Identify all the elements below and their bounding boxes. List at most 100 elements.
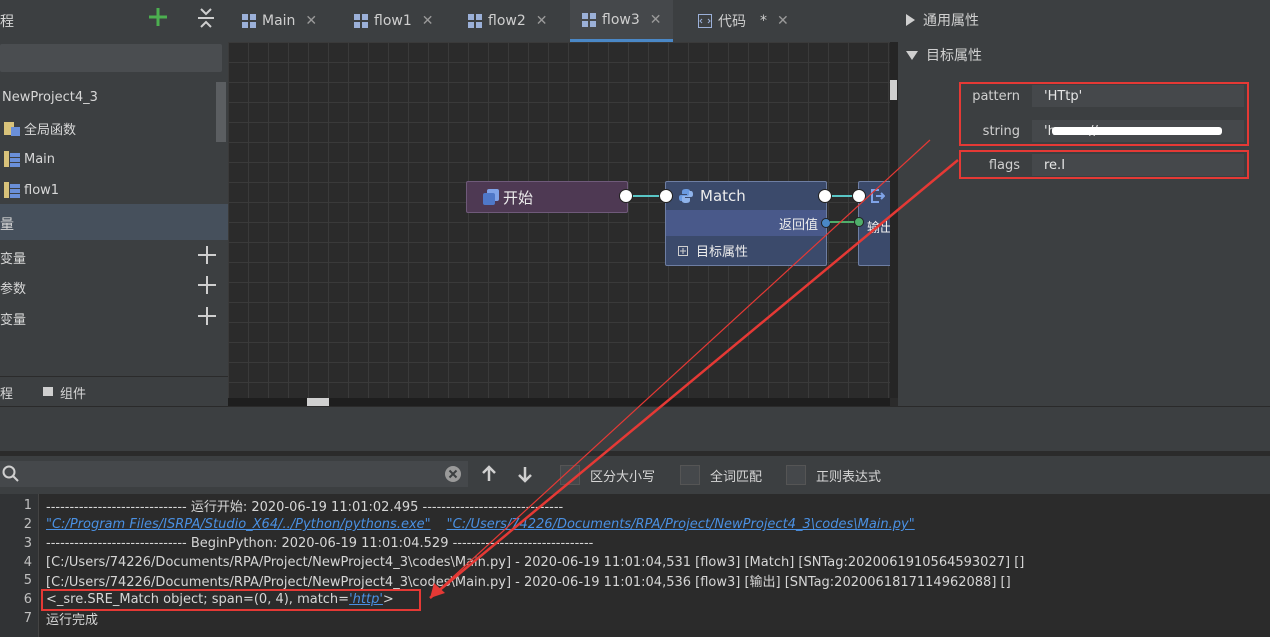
var-group-variables: 变量 <box>0 242 228 272</box>
output-input-port[interactable] <box>852 189 866 203</box>
match-input-port[interactable] <box>659 189 673 203</box>
match-target-attributes[interactable]: 目标属性 <box>666 236 826 264</box>
flags-value-input[interactable]: re.I <box>1032 154 1244 176</box>
modified-indicator: * <box>760 13 767 29</box>
console-line: 4 [C:/Users/74226/Documents/RPA/Project/… <box>0 553 1270 572</box>
console-text: ------------------------------ BeginPyth… <box>46 536 594 551</box>
start-node-label: 开始 <box>503 188 534 207</box>
tab-process[interactable]: 程 <box>0 383 13 402</box>
property-row-flags: flags re.I <box>962 153 1244 177</box>
tree-item-label: Main <box>24 151 56 167</box>
flow-tab-icon <box>582 12 596 27</box>
line-number: 5 <box>23 573 32 588</box>
regex-checkbox[interactable] <box>786 465 806 485</box>
flow-tab-icon <box>468 14 482 28</box>
code-file-icon <box>698 14 712 28</box>
property-row-string: string 'h :// /' <box>962 119 1244 143</box>
tab-main[interactable]: Main ✕ <box>242 0 317 42</box>
start-icon <box>483 189 499 205</box>
whole-word-checkbox[interactable] <box>680 465 700 485</box>
output-data-port[interactable] <box>854 217 864 227</box>
tab-code[interactable]: 代码 * ✕ <box>698 0 789 42</box>
flow-icon <box>4 182 20 198</box>
regex-label: 正则表达式 <box>816 469 882 485</box>
editor-tab-bar: Main ✕ flow1 ✕ flow2 ✕ flow3 ✕ 代码 * ✕ <box>228 0 898 42</box>
tree-item-label: flow1 <box>24 182 60 198</box>
tree-item-global-functions[interactable]: 全局函数 <box>0 113 214 143</box>
tree-item-label: 全局函数 <box>24 122 77 138</box>
tab-flow3[interactable]: flow3 ✕ <box>570 0 674 42</box>
project-search-input[interactable] <box>0 44 222 72</box>
close-icon[interactable]: ✕ <box>305 13 317 29</box>
arrow-down-icon[interactable] <box>516 465 534 483</box>
whole-word-label: 全词匹配 <box>710 469 763 485</box>
property-label: flags <box>988 157 1020 173</box>
match-output-port[interactable] <box>818 189 832 203</box>
close-icon[interactable]: ✕ <box>650 12 662 28</box>
clear-icon[interactable] <box>444 465 462 483</box>
var-group-variables-2: 变量 <box>0 303 228 333</box>
line-number: 6 <box>23 592 32 607</box>
find-input[interactable] <box>0 461 468 487</box>
console-text: [C:/Users/74226/Documents/RPA/Project/Ne… <box>46 555 1025 570</box>
redaction-mark <box>1052 127 1222 135</box>
variables-header: 量 <box>0 204 228 240</box>
target-attributes-label: 目标属性 <box>696 244 749 260</box>
start-node[interactable]: 开始 <box>466 181 628 213</box>
tab-flow2[interactable]: flow2 ✕ <box>468 0 547 42</box>
tab-flow1[interactable]: flow1 ✕ <box>354 0 433 42</box>
property-label: string <box>982 123 1020 139</box>
tree-item-project[interactable]: NewProject4_3 <box>0 82 214 112</box>
property-label: pattern <box>972 88 1020 104</box>
add-parameter-icon[interactable] <box>198 276 216 294</box>
project-panel: 程 NewProject4_3 全局函数 Main flow1 量 变量 参数 … <box>0 0 228 407</box>
script-path-link[interactable]: "C:/Users/74226/Documents/RPA/Project/Ne… <box>447 517 915 532</box>
add-variable-icon[interactable] <box>198 246 216 264</box>
start-output-port[interactable] <box>619 189 633 203</box>
collapse-all-icon[interactable] <box>196 6 216 30</box>
close-icon[interactable]: ✕ <box>536 13 548 29</box>
line-number: 4 <box>23 555 32 570</box>
console-line: 3 ------------------------------ BeginPy… <box>0 534 1270 553</box>
return-value-port[interactable] <box>821 218 831 228</box>
output-node-label: 输出 <box>867 221 892 236</box>
pattern-value-input[interactable]: 'HTtp' <box>1032 85 1244 107</box>
match-case-option[interactable]: 区分大小写 <box>560 465 655 485</box>
tab-components[interactable]: 组件 <box>60 383 86 402</box>
expand-icon[interactable] <box>678 245 688 256</box>
regex-option[interactable]: 正则表达式 <box>786 465 881 485</box>
whole-word-option[interactable]: 全词匹配 <box>680 465 762 485</box>
add-icon[interactable] <box>148 6 168 28</box>
console-line: 1 ------------------------------ 运行开始: 2… <box>0 496 1270 515</box>
section-title: 通用属性 <box>923 13 979 29</box>
line-number: 2 <box>23 517 32 532</box>
string-value-input[interactable]: 'h :// /' <box>1032 120 1244 142</box>
target-properties-section[interactable]: 目标属性 <box>900 41 982 69</box>
console-text: ------------------------------ 运行开始: 202… <box>46 500 564 515</box>
tab-label: flow3 <box>602 11 640 28</box>
match-case-checkbox[interactable] <box>560 465 580 485</box>
var-group-label: 变量 <box>0 251 27 267</box>
project-tree-scrollbar[interactable] <box>216 82 226 142</box>
tree-item-flow1[interactable]: flow1 <box>0 175 214 205</box>
arrow-up-icon[interactable] <box>480 465 498 483</box>
property-row-pattern: pattern 'HTtp' <box>962 84 1244 108</box>
flow-tab-icon <box>354 14 368 28</box>
add-variable-icon[interactable] <box>198 307 216 325</box>
close-icon[interactable]: ✕ <box>777 13 789 29</box>
close-icon[interactable]: ✕ <box>422 13 434 29</box>
section-title: 目标属性 <box>926 48 982 64</box>
canvas-horizontal-scroll-thumb[interactable] <box>307 398 329 406</box>
tab-label: flow2 <box>488 13 526 29</box>
canvas-vertical-scroll-thumb[interactable] <box>890 80 897 100</box>
python-path-link[interactable]: "C:/Program Files/ISRPA/Studio_X64/../Py… <box>46 517 431 532</box>
flow-icon <box>4 151 20 167</box>
match-node[interactable]: Match 返回值 目标属性 <box>665 181 827 266</box>
var-group-parameters: 参数 <box>0 272 228 302</box>
general-properties-section[interactable]: 通用属性 <box>900 6 979 34</box>
line-number: 1 <box>23 498 32 513</box>
console-text: 运行完成 <box>46 613 99 628</box>
tree-item-main[interactable]: Main <box>0 144 214 174</box>
variables-header-label: 量 <box>0 217 14 233</box>
match-node-header: Match <box>666 182 826 210</box>
